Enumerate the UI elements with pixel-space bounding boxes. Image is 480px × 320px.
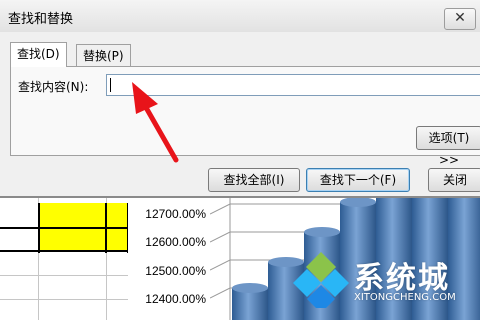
find-replace-dialog: 查找和替换 ✕ 查找(D) 替换(P) 查找内容(N): 选项(T) >> 查找… [0,0,480,198]
options-button[interactable]: 选项(T) >> [416,126,480,167]
y-tick-label: 12700.00% [145,207,206,221]
cylinder-bar[interactable] [232,283,268,320]
grid-line [0,275,128,276]
y-tick-label: 12600.00% [145,235,206,249]
cell-border [105,203,107,253]
cell-border [0,227,128,229]
dialog-titlebar[interactable]: 查找和替换 ✕ [0,0,480,32]
cell-border [0,250,128,252]
tab-find[interactable]: 查找(D) [10,42,67,67]
grid-line [0,299,128,300]
close-icon[interactable]: ✕ [444,8,476,30]
y-tick-label: 12400.00% [145,292,206,306]
find-next-button[interactable]: 查找下一个(F) [306,168,410,192]
find-what-label: 查找内容(N): [18,80,89,94]
cell-border [38,203,40,253]
y-tick-label: 12500.00% [145,264,206,278]
watermark-text: 系统城 [354,261,450,296]
tab-replace[interactable]: 替换(P) [76,44,131,67]
dialog-title: 查找和替换 [8,12,74,27]
watermark-url: XITONGCHENG.COM [354,292,456,303]
red-arrow-annotation-icon [132,82,179,163]
find-all-button[interactable]: 查找全部(I) [208,168,300,192]
close-button[interactable]: 关闭 [428,168,480,192]
watermark-logo-icon [293,252,349,308]
